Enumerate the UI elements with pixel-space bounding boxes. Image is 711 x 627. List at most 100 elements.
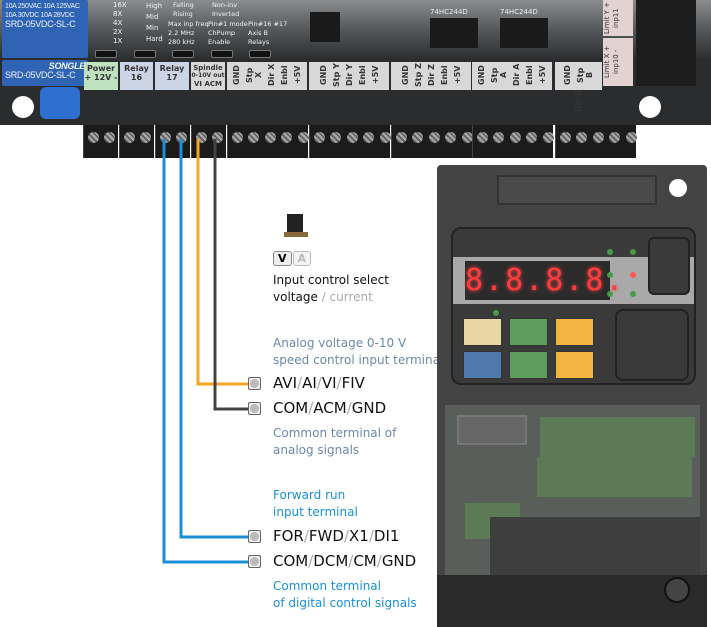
screw-icon <box>104 132 116 143</box>
limit-y-label: Limit Y + inp11 <box>603 0 633 36</box>
limit-terminal <box>636 0 696 86</box>
pin-label: Stp X <box>245 67 263 83</box>
terminal-com-dcm: COM/DCM/CM/GND <box>273 552 417 570</box>
chip <box>310 12 340 42</box>
screw-icon <box>379 132 391 143</box>
vfd-key[interactable] <box>463 351 502 379</box>
screw-icon <box>445 132 457 143</box>
analog-common-desc: Common terminal of analog signals <box>273 426 397 457</box>
screw-icon <box>542 132 554 143</box>
screw-icon <box>509 132 521 143</box>
vfd-pad[interactable] <box>615 309 689 381</box>
capacitor <box>40 87 80 119</box>
relay17-label: Relay 17 <box>155 62 189 90</box>
chip-74hc244d: 74HC244D <box>500 8 548 48</box>
pin-label: Enbl <box>357 65 367 85</box>
wire-digital-common <box>162 139 249 564</box>
relay-top: 10A 250VAC 10A 125VAC 10A 30VDC 10A 28VDC… <box>2 0 88 58</box>
screw-icon <box>493 132 505 143</box>
mount-hole <box>12 96 34 118</box>
vfd-key[interactable] <box>463 318 502 346</box>
terminal-avi: AVI/AI/VI/FIV <box>273 374 365 392</box>
pin-label: Dir Z <box>426 64 436 86</box>
pin-label: Enbl <box>280 65 289 85</box>
terminal-name: COM <box>273 399 309 417</box>
pin-label: GND <box>318 65 328 85</box>
button[interactable] <box>134 50 156 58</box>
screw-icon <box>412 132 424 143</box>
axis-label-group: GND Stp A Dir A Enbl +5V <box>472 62 552 90</box>
terminal-name: CM <box>353 552 377 570</box>
terminal-name: GND <box>381 552 417 570</box>
screw-icon <box>196 132 207 143</box>
wire-analog-common <box>213 139 249 411</box>
pin-label: Stp Y <box>331 63 341 87</box>
wire-analog-input <box>196 139 249 386</box>
terminal-block <box>391 125 473 158</box>
screw-icon <box>264 132 276 143</box>
screw-icon <box>88 132 99 143</box>
terminal-block <box>119 125 154 158</box>
pin-label: Stp A <box>490 67 508 83</box>
pin-label: Dir B <box>574 89 583 113</box>
screw-icon <box>560 132 571 143</box>
terminal-screw-icon <box>248 530 261 543</box>
terminal-name: AVI <box>273 374 297 392</box>
chip-74hc244d: 74HC244D <box>430 8 478 48</box>
vfd-cable-gland <box>664 577 690 603</box>
vfd-key[interactable] <box>555 318 594 346</box>
breakout-board: 10A 250VAC 10A 125VAC 10A 30VDC 10A 28VDC… <box>0 0 711 125</box>
config-switches: Falling Rising Non-inv Inverted Max inp fr… <box>168 1 288 46</box>
pin-label: Enbl <box>525 65 534 85</box>
pin-label: GND <box>563 65 572 85</box>
screw-icon <box>330 132 342 143</box>
screw-icon <box>576 132 588 143</box>
button[interactable] <box>211 50 233 58</box>
vfd-display: 8.8.8.8. <box>465 261 626 300</box>
terminal-name: FIV <box>341 374 365 392</box>
forward-desc: Forward run input terminal <box>273 488 358 519</box>
screw-icon <box>396 132 407 143</box>
pin-label: +5V <box>538 65 547 85</box>
vfd-key[interactable] <box>555 351 594 379</box>
jumper-select: V A <box>273 251 312 266</box>
jumper-caption: Input control select voltage / current <box>273 273 389 304</box>
button[interactable] <box>249 50 271 58</box>
screw-icon <box>124 132 135 143</box>
screw-icon <box>346 132 358 143</box>
screw-icon <box>176 132 188 143</box>
screw-icon <box>281 132 293 143</box>
vfd-key[interactable] <box>509 318 548 346</box>
vfd-key[interactable] <box>509 351 548 379</box>
pin-label: +5V <box>370 65 380 85</box>
pin-label: Stp B <box>576 67 594 83</box>
screw-icon <box>140 132 152 143</box>
terminal-screw-icon <box>248 402 261 415</box>
pin-label: Dir A <box>512 63 521 87</box>
jumper-option-v: V <box>273 251 292 266</box>
screw-icon <box>314 132 325 143</box>
vfd-slot <box>497 175 657 205</box>
button[interactable] <box>172 50 194 58</box>
terminal-block <box>191 125 226 158</box>
terminal-name: AI <box>302 374 317 392</box>
terminal-name: GND <box>351 399 387 417</box>
terminal-block <box>227 125 309 158</box>
jumper-option-a: A <box>292 251 312 266</box>
screw-icon <box>625 132 637 143</box>
spindle-label: Spindle 0-10V out VI ACM <box>191 62 225 90</box>
vfd-terminal-area <box>445 405 700 585</box>
jumper-icon <box>284 214 308 237</box>
terminal-block <box>83 125 118 158</box>
terminal-name: VI <box>321 374 337 392</box>
button[interactable] <box>95 50 117 58</box>
axis-label-group: GND Stp Z Dir Z Enbl +5V <box>391 62 471 90</box>
pin-label: +5V <box>452 65 462 85</box>
pin-label: +5V <box>293 65 302 85</box>
vfd-dial[interactable] <box>648 237 690 295</box>
terminal-screw-icon <box>248 555 261 568</box>
terminal-block <box>472 125 554 158</box>
pin-label: GND <box>400 65 410 85</box>
terminal-com-acm: COM/ACM/GND <box>273 399 387 417</box>
screw-icon <box>592 132 604 143</box>
